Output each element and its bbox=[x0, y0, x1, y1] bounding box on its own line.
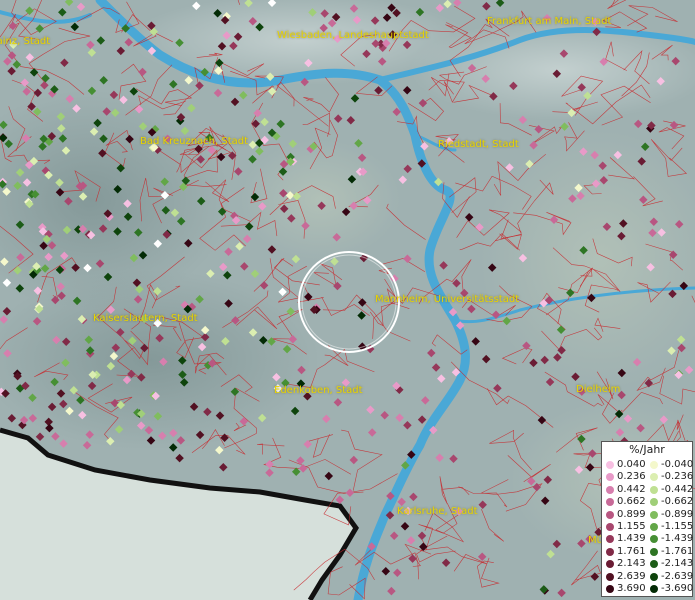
legend-swatch bbox=[650, 498, 658, 507]
city-label-frankfurt: Frankfurt am Main, Stadt bbox=[487, 16, 612, 27]
legend-value: -0.040 bbox=[661, 459, 694, 470]
legend-value: -0.236 bbox=[661, 471, 694, 483]
legend-swatch bbox=[650, 585, 658, 593]
legend-swatch bbox=[606, 510, 614, 519]
legend-swatch bbox=[650, 547, 658, 556]
legend-value: -0.442 bbox=[661, 483, 694, 495]
relief-rhine-plain bbox=[240, 140, 400, 260]
legend-value: 0.040 bbox=[617, 459, 646, 470]
legend-value: -1.439 bbox=[661, 533, 694, 545]
city-label-dielheim: Dielheim bbox=[576, 384, 621, 395]
city-label-edenkoben: Edenkoben, Stadt bbox=[274, 385, 363, 396]
city-label-bad-kreuznach: Bad Kreuznach, Stadt bbox=[140, 136, 249, 147]
legend-value: 2.143 bbox=[617, 558, 646, 570]
legend-swatch bbox=[650, 535, 658, 544]
legend-value: -0.662 bbox=[661, 496, 694, 508]
legend-value: 3.690 bbox=[617, 583, 646, 594]
legend-swatch bbox=[606, 572, 614, 581]
map-view[interactable]: Wiesbaden, Landeshauptstadt Frankfurt am… bbox=[0, 0, 695, 600]
legend-swatch bbox=[650, 560, 658, 569]
city-label-wiesbaden: Wiesbaden, Landeshauptstadt bbox=[277, 30, 429, 41]
city-label-mannheim: Mannheim, Universitätsstadt bbox=[375, 294, 520, 305]
legend-value: 0.662 bbox=[617, 496, 646, 508]
legend-value: -1.761 bbox=[661, 545, 694, 557]
legend-value: 0.899 bbox=[617, 508, 646, 520]
legend-swatch bbox=[606, 498, 614, 507]
legend-swatch bbox=[650, 572, 658, 581]
legend-swatch bbox=[606, 461, 614, 469]
legend-swatch bbox=[606, 560, 614, 569]
legend-value: -0.899 bbox=[661, 508, 694, 520]
legend-value: -2.639 bbox=[661, 570, 694, 582]
legend-value: 0.442 bbox=[617, 483, 646, 495]
city-label-mainz: Mainz, Stadt bbox=[0, 36, 51, 47]
legend-value: 0.236 bbox=[617, 471, 646, 483]
legend-value: -2.143 bbox=[661, 558, 694, 570]
legend-value: 1.155 bbox=[617, 521, 646, 532]
legend-swatch bbox=[650, 461, 658, 469]
legend-swatch bbox=[606, 485, 614, 494]
city-label-riedstadt: Riedstadt, Stadt bbox=[438, 139, 519, 150]
city-label-kaiserslautern: Kaiserslautern, Stadt bbox=[93, 313, 198, 324]
map-legend: %/Jahr 0.040 0.236 0.442 0.662 0.899 1.155 1.4… bbox=[601, 441, 693, 597]
legend-value: -1.155 bbox=[661, 521, 694, 532]
legend-value: 1.761 bbox=[617, 545, 646, 557]
legend-value: 2.639 bbox=[617, 570, 646, 582]
legend-value: -3.690 bbox=[661, 583, 694, 594]
legend-swatch bbox=[650, 523, 658, 531]
legend-swatch bbox=[606, 473, 614, 482]
city-label-karlsruhe: Karlsruhe, Stadt bbox=[397, 506, 478, 517]
legend-swatch bbox=[650, 510, 658, 519]
legend-swatch bbox=[650, 473, 658, 482]
legend-swatch bbox=[606, 535, 614, 544]
legend-title: %/Jahr bbox=[629, 443, 665, 456]
legend-swatch bbox=[606, 547, 614, 556]
legend-value: 1.439 bbox=[617, 533, 646, 545]
legend-swatch bbox=[606, 585, 614, 593]
legend-swatch bbox=[650, 485, 658, 494]
terrain-layer bbox=[0, 0, 695, 600]
legend-swatch bbox=[606, 523, 614, 531]
